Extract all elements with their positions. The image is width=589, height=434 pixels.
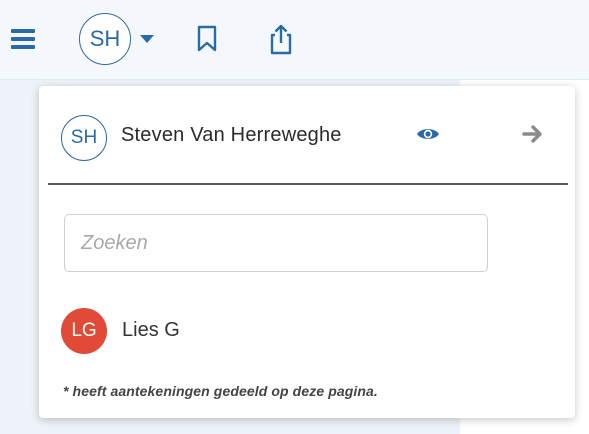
arrow-right-icon [522,125,542,143]
user-name: Lies G [122,319,180,341]
share-icon [270,24,292,55]
search-input[interactable] [64,214,488,272]
bookmark-button[interactable] [190,22,224,56]
share-button[interactable] [264,20,298,58]
top-toolbar: SH [0,0,589,80]
eye-icon [417,129,439,139]
current-user-avatar: SH [61,115,107,161]
divider [48,183,568,185]
visibility-toggle-button[interactable] [413,122,443,146]
account-dropdown: SH Steven Van Herreweghe LG Lies G * hee… [39,86,575,418]
avatar: LG [61,308,107,354]
account-menu-button[interactable]: SH [72,13,162,65]
avatar: SH [79,13,131,65]
footnote: * heeft aantekeningen gedeeld op deze pa… [63,383,378,399]
bookmark-icon [197,25,217,52]
current-user-row: SH Steven Van Herreweghe [39,86,575,184]
menu-icon [11,29,35,49]
chevron-down-icon [139,34,155,44]
list-item[interactable]: LG Lies G [39,306,575,356]
menu-button[interactable] [6,22,40,56]
go-to-user-button[interactable] [519,120,547,148]
current-user-name: Steven Van Herreweghe [121,124,342,146]
